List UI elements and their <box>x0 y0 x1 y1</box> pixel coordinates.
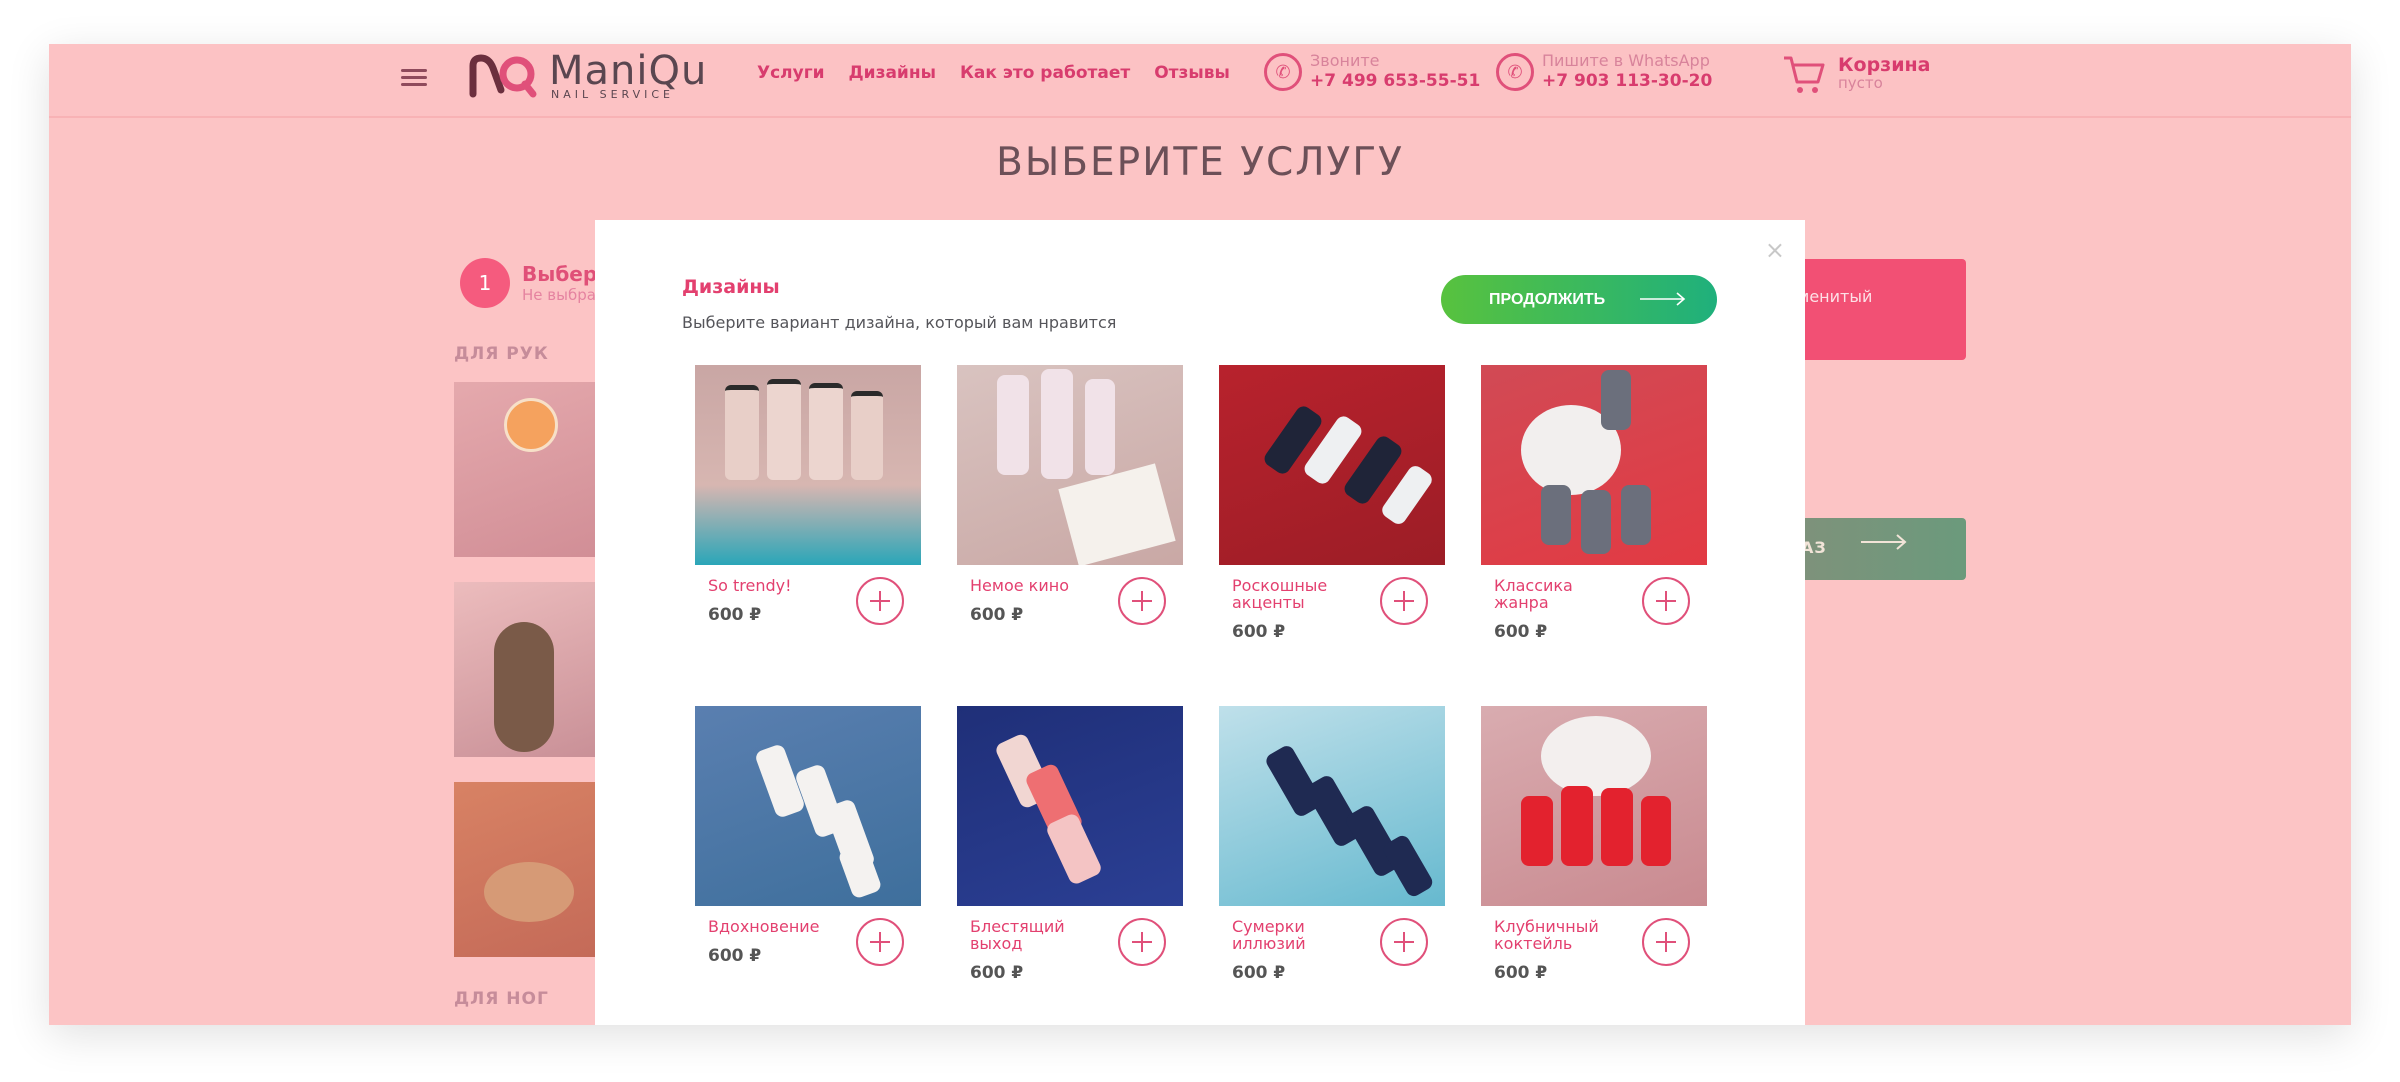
cart-status: пусто <box>1838 74 1883 92</box>
design-price: 600 ₽ <box>708 946 762 966</box>
design-name: Сумерки иллюзий <box>1232 917 1306 953</box>
add-design-button[interactable] <box>856 918 904 966</box>
add-design-button[interactable] <box>1118 577 1166 625</box>
service-thumb-hands-2[interactable] <box>454 582 599 757</box>
section-label-hands: ДЛЯ РУК <box>454 344 549 364</box>
service-thumb-hands-3[interactable] <box>454 782 599 957</box>
design-price: 600 ₽ <box>708 605 762 625</box>
designs-modal: × Дизайны Выберите вариант дизайна, кото… <box>595 220 1805 1025</box>
design-photo <box>957 365 1183 565</box>
page-title: ВЫБЕРИТЕ УСЛУГУ <box>996 140 1404 185</box>
design-photo <box>695 706 921 906</box>
add-design-button[interactable] <box>1642 577 1690 625</box>
step-number: 1 <box>460 258 510 308</box>
whatsapp-contact[interactable]: ✆ Пишите в WhatsApp +7 903 113-30-20 <box>1496 52 1712 92</box>
design-card[interactable]: Классика жанра 600 ₽ <box>1481 365 1707 642</box>
design-name: Клубничный коктейль <box>1494 917 1599 953</box>
design-photo <box>1219 706 1445 906</box>
hands-image <box>484 862 574 922</box>
arrow-right-icon <box>1640 292 1686 306</box>
step-indicator: 1 Выбери Не выбра <box>460 258 611 308</box>
main-nav: Услуги Дизайны Как это работает Отзывы <box>757 63 1230 83</box>
logo[interactable]: ManiQu NAIL SERVICE <box>469 48 709 108</box>
design-photo <box>1219 365 1445 565</box>
continue-button-label: ПРОДОЛЖИТЬ <box>1489 290 1606 308</box>
phone-icon: ✆ <box>1264 53 1302 91</box>
design-price: 600 ₽ <box>1494 963 1548 983</box>
continue-button[interactable]: ПРОДОЛЖИТЬ <box>1441 275 1717 324</box>
add-design-button[interactable] <box>1380 577 1428 625</box>
logo-subtitle: NAIL SERVICE <box>551 88 674 101</box>
design-card[interactable]: Роскошные акценты 600 ₽ <box>1219 365 1445 642</box>
design-price: 600 ₽ <box>1232 963 1286 983</box>
modal-subtitle: Выберите вариант дизайна, который вам нр… <box>682 313 1117 332</box>
phone-label: Звоните <box>1310 51 1380 70</box>
add-design-button[interactable] <box>1118 918 1166 966</box>
cart-title: Корзина <box>1838 54 1931 76</box>
whatsapp-number[interactable]: +7 903 113-30-20 <box>1542 70 1712 92</box>
hamburger-menu-icon[interactable] <box>401 65 427 91</box>
whatsapp-label: Пишите в WhatsApp <box>1542 51 1710 70</box>
design-card[interactable]: Клубничный коктейль 600 ₽ <box>1481 706 1707 983</box>
design-price: 600 ₽ <box>970 963 1024 983</box>
design-name: Вдохновение <box>708 917 820 936</box>
logo-mark-icon <box>469 54 537 98</box>
add-design-button[interactable] <box>856 577 904 625</box>
modal-title: Дизайны <box>682 276 780 298</box>
phone-number[interactable]: +7 499 653-55-51 <box>1310 70 1480 92</box>
section-label-feet: ДЛЯ НОГ <box>454 989 549 1009</box>
cart[interactable]: Корзина пусто <box>1782 54 1931 96</box>
design-name: Роскошные акценты <box>1232 576 1328 612</box>
design-photo <box>1481 706 1707 906</box>
design-photo <box>957 706 1183 906</box>
whatsapp-icon: ✆ <box>1496 53 1534 91</box>
close-icon[interactable]: × <box>1765 236 1785 264</box>
design-photo <box>695 365 921 565</box>
design-photo <box>1481 365 1707 565</box>
orange-image <box>504 398 558 452</box>
service-thumb-hands-1[interactable] <box>454 382 599 557</box>
design-card[interactable]: Сумерки иллюзий 600 ₽ <box>1219 706 1445 983</box>
design-price: 600 ₽ <box>970 605 1024 625</box>
design-name: So trendy! <box>708 576 792 595</box>
design-card[interactable]: Вдохновение 600 ₽ <box>695 706 921 966</box>
design-card[interactable]: Немое кино 600 ₽ <box>957 365 1183 625</box>
add-design-button[interactable] <box>1380 918 1428 966</box>
design-price: 600 ₽ <box>1494 622 1548 642</box>
nav-how-it-works[interactable]: Как это работает <box>960 63 1130 83</box>
phone-contact[interactable]: ✆ Звоните +7 499 653-55-51 <box>1264 52 1480 92</box>
nav-reviews[interactable]: Отзывы <box>1154 63 1230 83</box>
design-card[interactable]: Блестящий выход 600 ₽ <box>957 706 1183 983</box>
cart-icon <box>1784 56 1825 93</box>
site-header: ManiQu NAIL SERVICE Услуги Дизайны Как э… <box>49 44 2351 118</box>
design-name: Немое кино <box>970 576 1069 595</box>
nav-services[interactable]: Услуги <box>757 63 825 83</box>
design-name: Классика жанра <box>1494 576 1573 612</box>
design-price: 600 ₽ <box>1232 622 1286 642</box>
pineapple-image <box>494 622 554 752</box>
design-card[interactable]: So trendy! 600 ₽ <box>695 365 921 625</box>
design-name: Блестящий выход <box>970 917 1065 953</box>
browser-page: ManiQu NAIL SERVICE Услуги Дизайны Как э… <box>49 44 2351 1025</box>
add-design-button[interactable] <box>1642 918 1690 966</box>
order-arrow-icon <box>1861 534 1907 550</box>
nav-designs[interactable]: Дизайны <box>849 63 936 83</box>
